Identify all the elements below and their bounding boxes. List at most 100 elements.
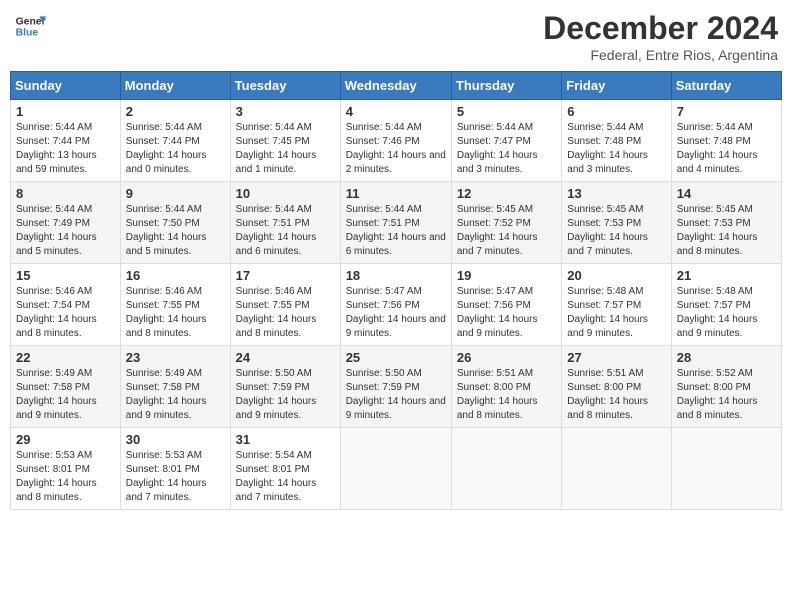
day-number: 27 <box>567 350 665 365</box>
day-number: 5 <box>457 104 556 119</box>
day-number: 15 <box>16 268 115 283</box>
cell-details: Sunrise: 5:53 AMSunset: 8:01 PMDaylight:… <box>16 449 115 505</box>
calendar-cell: 14 Sunrise: 5:45 AMSunset: 7:53 PMDayligh… <box>671 182 781 264</box>
calendar-cell: 29 Sunrise: 5:53 AMSunset: 8:01 PMDayligh… <box>11 428 121 510</box>
calendar-cell: 21 Sunrise: 5:48 AMSunset: 7:57 PMDayligh… <box>671 264 781 346</box>
day-number: 13 <box>567 186 665 201</box>
calendar-cell: 1 Sunrise: 5:44 AMSunset: 7:44 PMDaylight… <box>11 100 121 182</box>
calendar-cell <box>671 428 781 510</box>
logo-icon: General Blue <box>14 10 46 42</box>
cell-details: Sunrise: 5:44 AMSunset: 7:47 PMDaylight:… <box>457 121 556 177</box>
day-number: 9 <box>126 186 225 201</box>
column-header-wednesday: Wednesday <box>340 72 451 100</box>
calendar-cell: 4 Sunrise: 5:44 AMSunset: 7:46 PMDaylight… <box>340 100 451 182</box>
calendar-header-row: SundayMondayTuesdayWednesdayThursdayFrid… <box>11 72 782 100</box>
day-number: 26 <box>457 350 556 365</box>
cell-details: Sunrise: 5:45 AMSunset: 7:53 PMDaylight:… <box>567 203 665 259</box>
cell-details: Sunrise: 5:45 AMSunset: 7:52 PMDaylight:… <box>457 203 556 259</box>
calendar-cell: 20 Sunrise: 5:48 AMSunset: 7:57 PMDayligh… <box>562 264 671 346</box>
calendar-cell: 13 Sunrise: 5:45 AMSunset: 7:53 PMDayligh… <box>562 182 671 264</box>
day-number: 17 <box>236 268 335 283</box>
column-header-thursday: Thursday <box>451 72 561 100</box>
day-number: 3 <box>236 104 335 119</box>
cell-details: Sunrise: 5:50 AMSunset: 7:59 PMDaylight:… <box>236 367 335 423</box>
day-number: 24 <box>236 350 335 365</box>
cell-details: Sunrise: 5:52 AMSunset: 8:00 PMDaylight:… <box>677 367 776 423</box>
calendar-cell: 24 Sunrise: 5:50 AMSunset: 7:59 PMDayligh… <box>230 346 340 428</box>
cell-details: Sunrise: 5:44 AMSunset: 7:45 PMDaylight:… <box>236 121 335 177</box>
cell-details: Sunrise: 5:49 AMSunset: 7:58 PMDaylight:… <box>16 367 115 423</box>
day-number: 29 <box>16 432 115 447</box>
cell-details: Sunrise: 5:44 AMSunset: 7:44 PMDaylight:… <box>16 121 115 177</box>
day-number: 7 <box>677 104 776 119</box>
calendar-week-row: 1 Sunrise: 5:44 AMSunset: 7:44 PMDaylight… <box>11 100 782 182</box>
cell-details: Sunrise: 5:46 AMSunset: 7:55 PMDaylight:… <box>126 285 225 341</box>
cell-details: Sunrise: 5:48 AMSunset: 7:57 PMDaylight:… <box>677 285 776 341</box>
location-subtitle: Federal, Entre Rios, Argentina <box>543 47 778 63</box>
calendar-week-row: 22Sunrise: 5:49 AMSunset: 7:58 PMDayligh… <box>11 346 782 428</box>
cell-details: Sunrise: 5:48 AMSunset: 7:57 PMDaylight:… <box>567 285 665 341</box>
calendar-cell: 23 Sunrise: 5:49 AMSunset: 7:58 PMDayligh… <box>120 346 230 428</box>
day-number: 6 <box>567 104 665 119</box>
cell-details: Sunrise: 5:44 AMSunset: 7:51 PMDaylight:… <box>346 203 446 259</box>
calendar-week-row: 8 Sunrise: 5:44 AMSunset: 7:49 PMDaylight… <box>11 182 782 264</box>
calendar-cell: 25Sunrise: 5:50 AMSunset: 7:59 PMDayligh… <box>340 346 451 428</box>
calendar-cell: 9 Sunrise: 5:44 AMSunset: 7:50 PMDaylight… <box>120 182 230 264</box>
column-header-saturday: Saturday <box>671 72 781 100</box>
cell-details: Sunrise: 5:46 AMSunset: 7:54 PMDaylight:… <box>16 285 115 341</box>
day-number: 11 <box>346 186 446 201</box>
calendar-cell: 7Sunrise: 5:44 AMSunset: 7:48 PMDaylight… <box>671 100 781 182</box>
cell-details: Sunrise: 5:51 AMSunset: 8:00 PMDaylight:… <box>457 367 556 423</box>
cell-details: Sunrise: 5:47 AMSunset: 7:56 PMDaylight:… <box>457 285 556 341</box>
column-header-tuesday: Tuesday <box>230 72 340 100</box>
calendar-cell: 12 Sunrise: 5:45 AMSunset: 7:52 PMDayligh… <box>451 182 561 264</box>
day-number: 12 <box>457 186 556 201</box>
column-header-monday: Monday <box>120 72 230 100</box>
cell-details: Sunrise: 5:44 AMSunset: 7:51 PMDaylight:… <box>236 203 335 259</box>
calendar-week-row: 15 Sunrise: 5:46 AMSunset: 7:54 PMDayligh… <box>11 264 782 346</box>
calendar-cell: 30Sunrise: 5:53 AMSunset: 8:01 PMDayligh… <box>120 428 230 510</box>
day-number: 10 <box>236 186 335 201</box>
month-title: December 2024 <box>543 10 778 47</box>
day-number: 20 <box>567 268 665 283</box>
calendar-cell: 8 Sunrise: 5:44 AMSunset: 7:49 PMDaylight… <box>11 182 121 264</box>
day-number: 2 <box>126 104 225 119</box>
svg-text:Blue: Blue <box>16 28 39 39</box>
calendar-cell: 10 Sunrise: 5:44 AMSunset: 7:51 PMDayligh… <box>230 182 340 264</box>
cell-details: Sunrise: 5:44 AMSunset: 7:46 PMDaylight:… <box>346 121 446 177</box>
day-number: 1 <box>16 104 115 119</box>
calendar-cell <box>340 428 451 510</box>
day-number: 18 <box>346 268 446 283</box>
calendar-cell: 11 Sunrise: 5:44 AMSunset: 7:51 PMDayligh… <box>340 182 451 264</box>
day-number: 8 <box>16 186 115 201</box>
calendar-cell: 17Sunrise: 5:46 AMSunset: 7:55 PMDayligh… <box>230 264 340 346</box>
calendar-cell: 28 Sunrise: 5:52 AMSunset: 8:00 PMDayligh… <box>671 346 781 428</box>
cell-details: Sunrise: 5:44 AMSunset: 7:50 PMDaylight:… <box>126 203 225 259</box>
day-number: 31 <box>236 432 335 447</box>
day-number: 4 <box>346 104 446 119</box>
cell-details: Sunrise: 5:47 AMSunset: 7:56 PMDaylight:… <box>346 285 446 341</box>
cell-details: Sunrise: 5:51 AMSunset: 8:00 PMDaylight:… <box>567 367 665 423</box>
calendar-cell: 19 Sunrise: 5:47 AMSunset: 7:56 PMDayligh… <box>451 264 561 346</box>
day-number: 23 <box>126 350 225 365</box>
calendar-week-row: 29 Sunrise: 5:53 AMSunset: 8:01 PMDayligh… <box>11 428 782 510</box>
calendar-table: SundayMondayTuesdayWednesdayThursdayFrid… <box>10 71 782 510</box>
day-number: 21 <box>677 268 776 283</box>
cell-details: Sunrise: 5:54 AMSunset: 8:01 PMDaylight:… <box>236 449 335 505</box>
day-number: 30 <box>126 432 225 447</box>
day-number: 14 <box>677 186 776 201</box>
day-number: 16 <box>126 268 225 283</box>
calendar-cell <box>562 428 671 510</box>
calendar-cell: 16 Sunrise: 5:46 AMSunset: 7:55 PMDayligh… <box>120 264 230 346</box>
calendar-cell: 26 Sunrise: 5:51 AMSunset: 8:00 PMDayligh… <box>451 346 561 428</box>
cell-details: Sunrise: 5:49 AMSunset: 7:58 PMDaylight:… <box>126 367 225 423</box>
cell-details: Sunrise: 5:44 AMSunset: 7:49 PMDaylight:… <box>16 203 115 259</box>
column-header-friday: Friday <box>562 72 671 100</box>
calendar-cell: 6Sunrise: 5:44 AMSunset: 7:48 PMDaylight… <box>562 100 671 182</box>
day-number: 19 <box>457 268 556 283</box>
column-header-sunday: Sunday <box>11 72 121 100</box>
day-number: 28 <box>677 350 776 365</box>
calendar-cell: 15 Sunrise: 5:46 AMSunset: 7:54 PMDayligh… <box>11 264 121 346</box>
day-number: 25 <box>346 350 446 365</box>
cell-details: Sunrise: 5:45 AMSunset: 7:53 PMDaylight:… <box>677 203 776 259</box>
